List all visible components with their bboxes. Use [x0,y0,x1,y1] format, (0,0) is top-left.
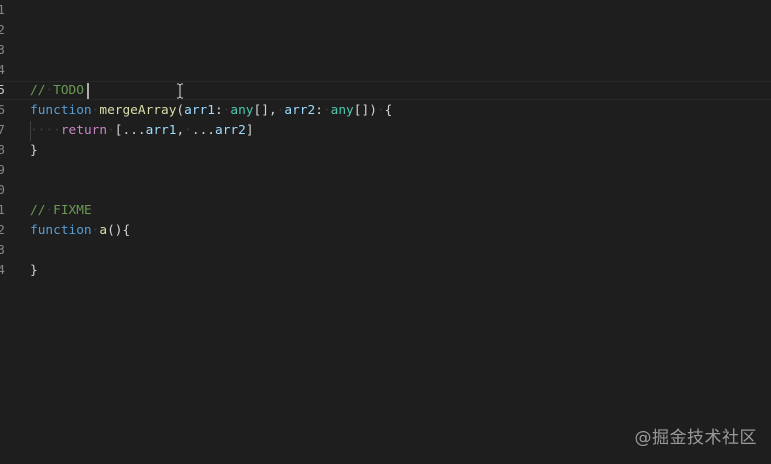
current-line-highlight [0,81,771,100]
code-line-function-declaration[interactable]: function·mergeArray(arr1:·any[],·arr2:·a… [30,101,392,121]
line-number: 6 [0,103,5,118]
line-number: 2 [0,223,5,238]
whitespace-dot: · [45,83,54,98]
comment-slashes: // [30,83,46,98]
colon: : [214,103,223,118]
type-name: any [230,103,254,118]
whitespace-dot: · [376,103,385,118]
comma: , [268,103,277,118]
spread-operator: ... [122,123,146,138]
param-name: arr2 [284,103,316,118]
code-line-close-brace[interactable]: } [30,261,38,281]
function-name: mergeArray [99,103,177,118]
keyword-return: return [60,123,108,138]
array-brackets: [] [253,103,269,118]
keyword-function: function [30,223,92,238]
code-line-fixme-comment[interactable]: //·FIXME [30,201,92,221]
comma: , [176,123,185,138]
line-number: 1 [0,203,5,218]
whitespace-dot: · [322,103,331,118]
whitespace-dot: · [45,203,54,218]
line-number: 7 [0,123,5,138]
colon: : [315,103,323,118]
code-editor[interactable]: 1 2 3 4 5 6 7 8 9 0 1 2 3 4 //·TODO func… [0,0,771,464]
close-bracket: ] [245,123,254,138]
line-number: 4 [0,63,5,78]
code-line-close-brace[interactable]: } [30,141,38,161]
open-brace: { [384,103,393,118]
comment-text: FIXME [53,203,92,218]
code-line-todo-comment[interactable]: //·TODO [30,81,84,101]
whitespace-dot: · [107,123,115,138]
variable-name: arr2 [215,123,246,138]
open-paren: ( [176,103,185,118]
line-number: 3 [0,243,5,258]
line-number: 2 [0,23,5,38]
ibeam-cursor-icon [177,83,183,99]
line-number: 3 [0,43,5,58]
line-number-active: 5 [0,83,5,98]
watermark: @掘金技术社区 [634,428,757,448]
close-brace: } [30,263,38,278]
open-bracket: [ [114,123,123,138]
line-number-gutter: 1 2 3 4 5 6 7 8 9 0 1 2 3 4 [0,0,12,464]
close-paren: ) [369,103,377,118]
code-line-function-a[interactable]: function·a(){ [30,221,130,241]
line-number: 1 [0,3,5,18]
variable-name: arr1 [145,123,177,138]
whitespace-dot: · [184,123,192,138]
line-number: 4 [0,263,5,278]
parens: () [107,223,123,238]
open-brace: { [122,223,131,238]
type-name: any [330,103,354,118]
close-brace: } [30,143,38,158]
param-name: arr1 [184,103,215,118]
comment-slashes: // [30,203,46,218]
indent-dots: ···· [30,123,61,138]
comment-text: TODO [53,83,84,98]
spread-operator: ... [191,123,216,138]
array-brackets: [] [353,103,370,118]
function-name: a [99,223,108,238]
text-caret [87,83,89,99]
line-number: 9 [0,163,5,178]
keyword-function: function [30,103,92,118]
line-number: 8 [0,143,5,158]
code-line-return[interactable]: ····return·[...arr1,·...arr2] [30,121,254,141]
line-number: 0 [0,183,5,198]
